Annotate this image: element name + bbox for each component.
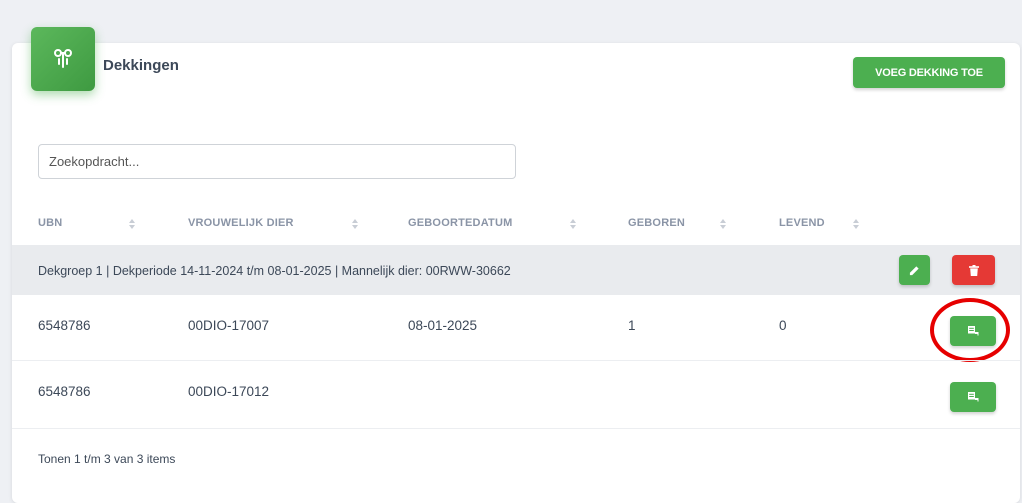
- sort-icon[interactable]: [720, 219, 726, 229]
- delete-group-button[interactable]: [952, 255, 995, 285]
- cell-born: 1: [628, 318, 636, 333]
- header-icon-tile: [31, 27, 95, 91]
- column-header-ubn[interactable]: UBN: [38, 217, 62, 229]
- column-header-birth-date[interactable]: GEBOORTEDATUM: [408, 217, 512, 229]
- cell-ubn: 6548786: [38, 384, 91, 399]
- sort-icon[interactable]: [352, 219, 358, 229]
- trash-icon: [968, 264, 979, 276]
- cell-female-animal: 00DIO-17012: [188, 384, 270, 399]
- cell-alive: 0: [779, 318, 787, 333]
- sort-icon[interactable]: [570, 219, 576, 229]
- pencil-icon: [909, 265, 919, 275]
- group-label: Dekgroep 1 | Dekperiode 14-11-2024 t/m 0…: [38, 264, 511, 278]
- sort-icon[interactable]: [129, 219, 135, 229]
- edit-group-button[interactable]: [899, 255, 930, 285]
- cell-birth-date: 08-01-2025: [408, 318, 478, 333]
- highlight-circle: [930, 298, 1010, 362]
- litter-icon: [967, 392, 978, 402]
- cell-female-animal: 00DIO-17007: [188, 318, 270, 333]
- column-header-female-animal[interactable]: VROUWELIJK DIER: [188, 217, 294, 229]
- column-header-alive[interactable]: LEVEND: [779, 217, 825, 229]
- add-breeding-button[interactable]: VOEG DEKKING TOE: [853, 57, 1005, 88]
- cell-ubn: 6548786: [38, 318, 91, 333]
- breeding-icon: [54, 49, 72, 68]
- search-input[interactable]: [38, 144, 516, 179]
- register-birth-button[interactable]: [950, 382, 996, 412]
- pagination-summary: Tonen 1 t/m 3 van 3 items: [38, 452, 176, 466]
- row-divider: [12, 360, 1020, 361]
- page-title: Dekkingen: [103, 57, 179, 74]
- row-divider: [12, 428, 1020, 429]
- sort-icon[interactable]: [853, 219, 859, 229]
- column-header-born[interactable]: GEBOREN: [628, 217, 685, 229]
